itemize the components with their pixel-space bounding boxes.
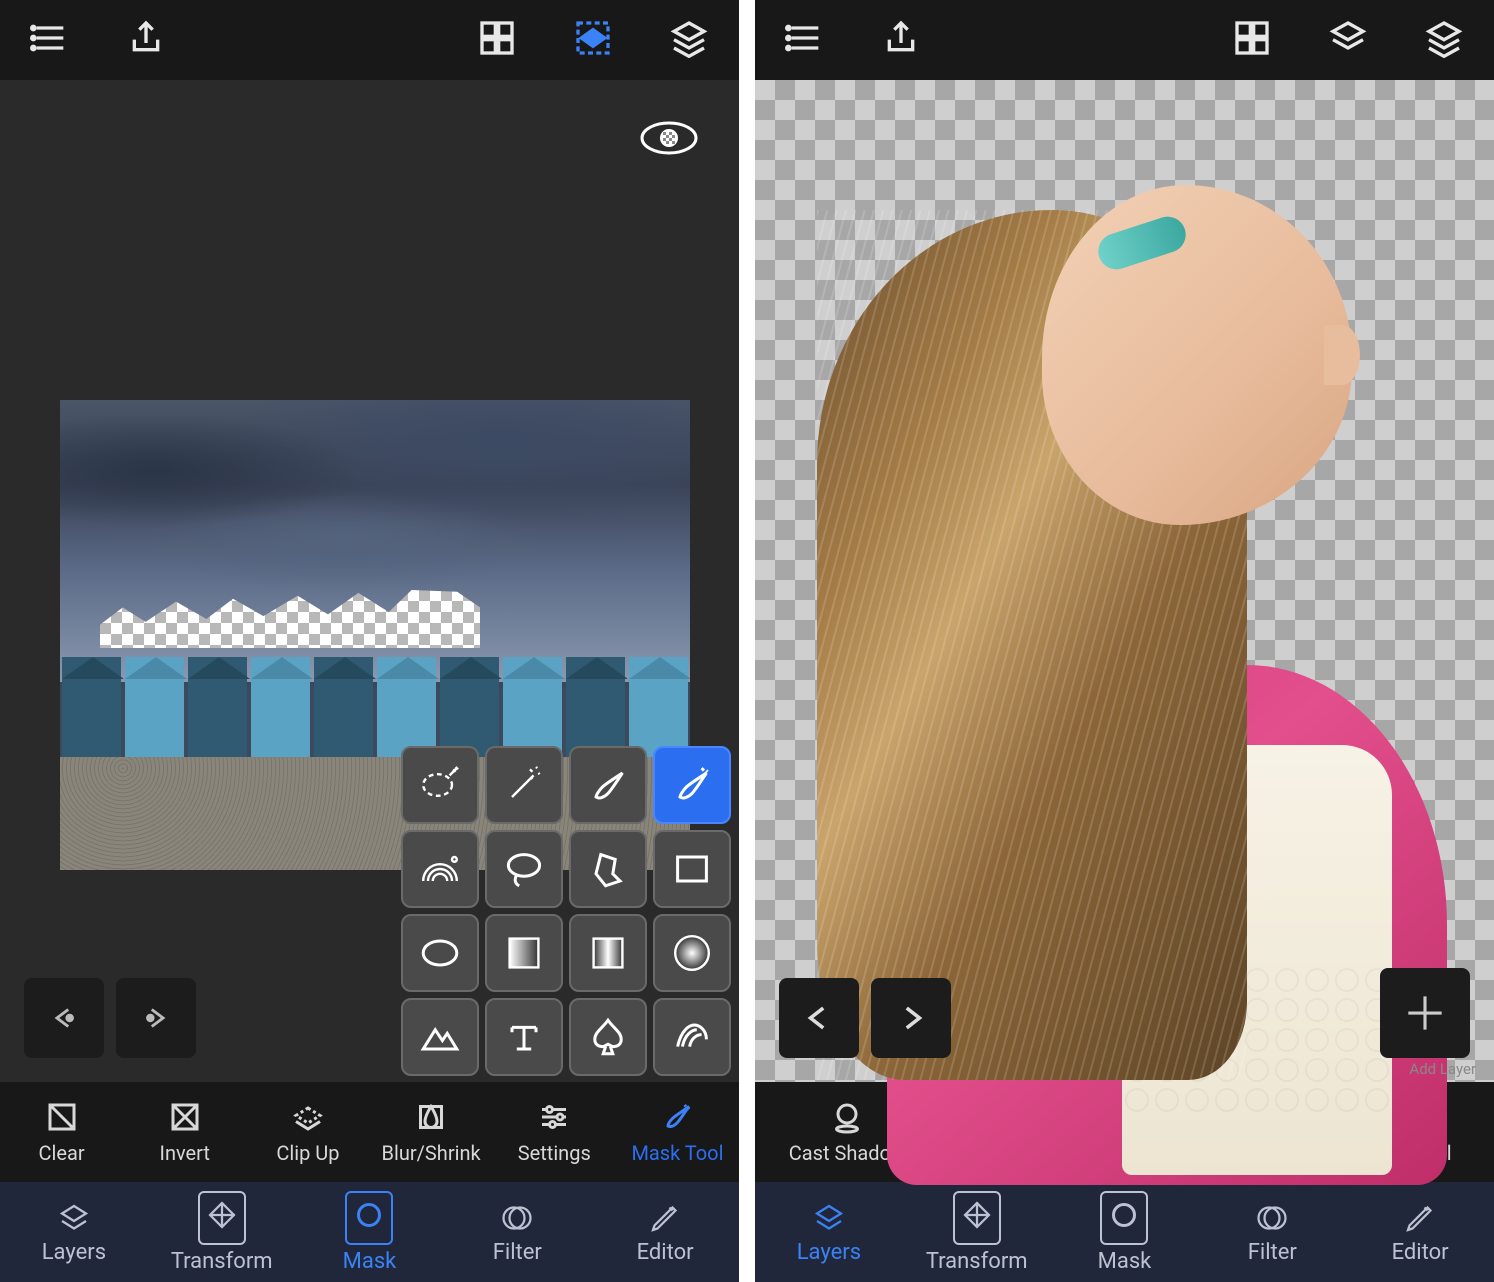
blurshrink-button[interactable]: Blur/Shrink <box>370 1082 493 1182</box>
tab-mask-label: Mask <box>1098 1249 1152 1274</box>
settings-label: Settings <box>518 1141 591 1165</box>
tab-mask[interactable]: Mask <box>296 1182 444 1282</box>
tabbar-left: Layers Transform Mask Filter Editor <box>0 1182 739 1282</box>
tab-layers-label: Layers <box>797 1240 861 1265</box>
tool-hair[interactable] <box>653 998 731 1076</box>
phone-left: Clear Invert Clip Up Blur/Shrink Setting… <box>0 0 739 1282</box>
history-arrows <box>779 978 951 1058</box>
masktool-button[interactable]: Mask Tool <box>616 1082 739 1182</box>
tab-transform-label: Transform <box>926 1249 1028 1274</box>
canvas-left[interactable] <box>0 80 739 1082</box>
tab-filter[interactable]: Filter <box>443 1182 591 1282</box>
grid-icon[interactable] <box>1232 18 1272 62</box>
clear-button[interactable]: Clear <box>0 1082 123 1182</box>
blurshrink-label: Blur/Shrink <box>382 1141 481 1165</box>
clipup-button[interactable]: Clip Up <box>246 1082 369 1182</box>
tab-transform[interactable]: Transform <box>148 1182 296 1282</box>
mask-tool-grid <box>401 746 731 1076</box>
canvas-right[interactable]: Add Layer <box>755 80 1494 1082</box>
add-layer-label: Add Layer <box>1409 1060 1476 1078</box>
tab-editor[interactable]: Editor <box>1346 1182 1494 1282</box>
tab-editor-label: Editor <box>1392 1240 1449 1265</box>
redo-button[interactable] <box>116 978 196 1058</box>
tab-mask-label: Mask <box>343 1249 397 1274</box>
settings-button[interactable]: Settings <box>493 1082 616 1182</box>
layers-stack-icon[interactable] <box>669 18 709 62</box>
add-layer-button[interactable] <box>1380 968 1470 1058</box>
mask-toolbar: Clear Invert Clip Up Blur/Shrink Setting… <box>0 1082 739 1182</box>
share-icon[interactable] <box>881 18 921 62</box>
tab-transform[interactable]: Transform <box>903 1182 1051 1282</box>
tab-editor-label: Editor <box>637 1240 694 1265</box>
clipup-label: Clip Up <box>276 1141 339 1165</box>
topbar-left <box>0 0 739 80</box>
topbar-right <box>755 0 1494 80</box>
tool-brush[interactable] <box>569 746 647 824</box>
tab-mask[interactable]: Mask <box>1051 1182 1199 1282</box>
tool-lasso[interactable] <box>485 830 563 908</box>
list-icon[interactable] <box>30 18 70 62</box>
tab-filter-label: Filter <box>1248 1240 1297 1265</box>
redo-button[interactable] <box>871 978 951 1058</box>
tab-transform-label: Transform <box>171 1249 273 1274</box>
tool-gradient-linear[interactable] <box>485 914 563 992</box>
clear-label: Clear <box>39 1141 85 1165</box>
masktool-label: Mask Tool <box>631 1141 723 1165</box>
list-icon[interactable] <box>785 18 825 62</box>
layers-stack-outline-icon[interactable] <box>1328 18 1368 62</box>
tool-magic-lasso[interactable] <box>401 746 479 824</box>
phone-right: Add Layer Cast Shadow Crop Image Resize … <box>755 0 1494 1282</box>
tabbar-right: Layers Transform Mask Filter Editor <box>755 1182 1494 1282</box>
tool-spade[interactable] <box>569 998 647 1076</box>
tab-layers[interactable]: Layers <box>0 1182 148 1282</box>
tool-radial[interactable] <box>653 914 731 992</box>
layer-select-icon[interactable] <box>573 18 613 62</box>
tool-text[interactable] <box>485 998 563 1076</box>
invert-label: Invert <box>160 1141 210 1165</box>
invert-button[interactable]: Invert <box>123 1082 246 1182</box>
tool-smart-brush[interactable] <box>653 746 731 824</box>
visibility-icon[interactable] <box>639 120 699 160</box>
tool-magic-wand[interactable] <box>485 746 563 824</box>
layers-stack-icon[interactable] <box>1424 18 1464 62</box>
tab-layers[interactable]: Layers <box>755 1182 903 1282</box>
tool-ellipse[interactable] <box>401 914 479 992</box>
tool-freeform[interactable] <box>569 830 647 908</box>
tool-mountain[interactable] <box>401 998 479 1076</box>
tool-rainbow[interactable] <box>401 830 479 908</box>
tab-editor[interactable]: Editor <box>591 1182 739 1282</box>
grid-icon[interactable] <box>477 18 517 62</box>
undo-button[interactable] <box>779 978 859 1058</box>
share-icon[interactable] <box>126 18 166 62</box>
history-arrows <box>24 978 196 1058</box>
tool-rectangle[interactable] <box>653 830 731 908</box>
tool-gradient-mirror[interactable] <box>569 914 647 992</box>
tab-filter-label: Filter <box>493 1240 542 1265</box>
undo-button[interactable] <box>24 978 104 1058</box>
tab-filter[interactable]: Filter <box>1198 1182 1346 1282</box>
tab-layers-label: Layers <box>42 1240 106 1265</box>
